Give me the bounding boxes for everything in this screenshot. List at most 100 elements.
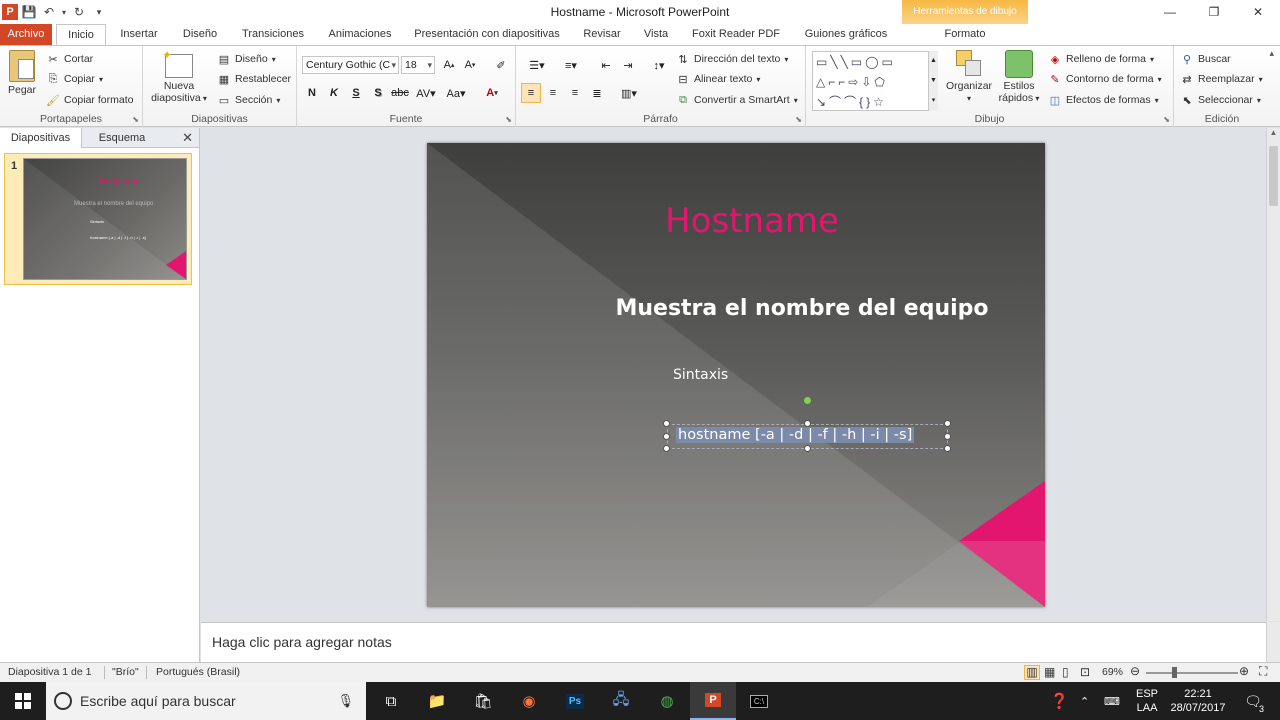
tab-format[interactable]: Formato — [910, 24, 1020, 45]
drawing-dialog-launcher-icon[interactable]: ⬊ — [1163, 115, 1170, 124]
theme-name[interactable]: "Brío" — [112, 666, 139, 678]
scroll-up-icon[interactable]: ▲ — [1267, 128, 1280, 137]
clear-format-icon[interactable]: ✐ — [491, 55, 511, 75]
store-icon[interactable]: 🛍 — [460, 682, 506, 720]
zoom-level[interactable]: 69% — [1102, 666, 1123, 678]
collapse-ribbon-icon[interactable]: ▴ — [1269, 48, 1274, 59]
zoom-slider-thumb[interactable] — [1172, 667, 1177, 678]
cut-button[interactable]: ✂ Cortar — [46, 50, 93, 68]
slide[interactable]: Hostname Muestra el nombre del equipo Si… — [427, 143, 1045, 607]
resize-handle-w[interactable] — [663, 433, 670, 440]
resize-handle-se[interactable] — [944, 445, 951, 452]
paste-button[interactable]: Pegar — [4, 50, 40, 96]
tab-view[interactable]: Vista — [638, 24, 674, 45]
reset-button[interactable]: ▦ Restablecer — [217, 70, 291, 88]
zoom-in-icon[interactable]: ⊕ — [1239, 664, 1249, 678]
notes-pane[interactable]: Haga clic para agregar notas — [201, 622, 1266, 662]
shape-outline-button[interactable]: ✎ Contorno de forma ▾ — [1048, 70, 1161, 88]
columns-icon[interactable]: ▥▾ — [616, 83, 642, 103]
tab-home[interactable]: Inicio — [56, 24, 106, 46]
help-icon[interactable]: ❓ — [1050, 682, 1069, 720]
zoom-out-icon[interactable]: ⊖ — [1130, 664, 1140, 678]
taskbar-search-box[interactable]: Escribe aquí para buscar 🎙 — [46, 682, 366, 720]
layout-button[interactable]: ▤ Diseño ▾ — [217, 50, 276, 68]
change-case-icon[interactable]: Aa▾ — [443, 83, 469, 103]
close-icon[interactable]: ✕ — [1236, 0, 1280, 24]
font-color-icon[interactable]: A ▾ — [479, 83, 505, 103]
file-explorer-icon[interactable]: 📁 — [414, 682, 460, 720]
fit-to-window-icon[interactable]: ⛶ — [1259, 664, 1267, 679]
smartart-button[interactable]: ⧉ Convertir a SmartArt ▾ — [676, 91, 798, 109]
paragraph-dialog-launcher-icon[interactable]: ⬊ — [795, 115, 802, 124]
select-button[interactable]: ⬉ Seleccionar ▾ — [1180, 91, 1261, 109]
slide-thumbnail[interactable]: 1 Hostname Muestra el nombre del equipo … — [4, 153, 192, 285]
firefox-icon[interactable]: ◉ — [506, 682, 552, 720]
powerpoint-taskbar-icon[interactable]: P — [690, 682, 736, 720]
resize-handle-s[interactable] — [804, 445, 811, 452]
increase-indent-icon[interactable]: ⇥ — [618, 55, 638, 75]
tab-foxit[interactable]: Foxit Reader PDF — [688, 24, 784, 45]
tab-design[interactable]: Diseño — [176, 24, 224, 45]
language-tray[interactable]: ESP LAA — [1136, 682, 1158, 720]
dialog-launcher-icon[interactable]: ⬊ — [132, 115, 139, 124]
shadow-button[interactable]: S — [368, 83, 388, 103]
network-app-icon[interactable]: 🖧 — [598, 682, 644, 720]
tab-review[interactable]: Revisar — [578, 24, 626, 45]
tab-storyboard[interactable]: Guiones gráficos — [798, 24, 894, 45]
shapes-gallery[interactable]: ▭╲╲▭◯▭ △⌐⌐⇨⇩⬠ ↘⌒⌒{}☆ — [812, 51, 938, 111]
grow-font-icon[interactable]: A ▴ — [439, 55, 459, 75]
slide-sorter-icon[interactable]: ▦ — [1044, 665, 1055, 679]
italic-button[interactable]: K — [324, 83, 344, 103]
align-left-icon[interactable]: ≡ — [521, 83, 541, 103]
zoom-slider-track[interactable] — [1146, 672, 1238, 674]
undo-icon[interactable]: ↶ — [40, 3, 58, 21]
resize-handle-e[interactable] — [944, 433, 951, 440]
language-indicator[interactable]: Portugués (Brasil) — [156, 666, 240, 678]
task-view-icon[interactable]: ⧉ — [368, 682, 414, 720]
slide-title[interactable]: Hostname — [627, 201, 877, 241]
clock[interactable]: 22:21 28/07/2017 — [1170, 682, 1226, 720]
save-icon[interactable]: 💾 — [20, 3, 38, 21]
align-text-button[interactable]: ⊟ Alinear texto ▾ — [676, 70, 760, 88]
action-center-icon[interactable]: 🗨 3 — [1238, 682, 1268, 720]
normal-view-icon[interactable]: ▥ — [1024, 665, 1040, 680]
tab-insert[interactable]: Insertar — [112, 24, 166, 45]
resize-handle-nw[interactable] — [663, 420, 670, 427]
underline-button[interactable]: S — [346, 83, 366, 103]
numbering-icon[interactable]: ≡▾ — [556, 55, 586, 75]
tab-transitions[interactable]: Transiciones — [236, 24, 310, 45]
minimize-icon[interactable]: — — [1148, 0, 1192, 24]
justify-icon[interactable]: ≣ — [587, 83, 607, 103]
text-direction-button[interactable]: ⇅ Dirección del texto ▾ — [676, 50, 788, 68]
microphone-icon[interactable]: 🎙 — [337, 693, 354, 709]
tab-slides-pane[interactable]: Diapositivas — [0, 128, 82, 148]
start-button[interactable] — [0, 682, 46, 720]
new-slide-button[interactable]: ✦ Nueva diapositiva ▾ — [149, 49, 209, 105]
reading-view-icon[interactable]: ▯ — [1062, 665, 1069, 679]
shapes-gallery-scroll[interactable]: ▲ ▼ ▾ — [928, 51, 938, 111]
keyboard-icon[interactable]: ⌨ — [1104, 682, 1120, 720]
bullets-icon[interactable]: ☰▾ — [522, 55, 552, 75]
shape-fill-button[interactable]: ◈ Relleno de forma ▾ — [1048, 50, 1154, 68]
bold-button[interactable]: N — [302, 83, 322, 103]
slide-command-text[interactable]: hostname [-a | -d | -f | -h | -i | -s] — [676, 427, 915, 443]
font-dialog-launcher-icon[interactable]: ⬊ — [505, 115, 512, 124]
tab-outline-pane[interactable]: Esquema — [82, 128, 162, 148]
replace-button[interactable]: ⇄ Reemplazar ▾ — [1180, 70, 1262, 88]
font-name-combo[interactable]: Century Gothic (C — [302, 56, 399, 74]
tab-file[interactable]: Archivo — [0, 24, 52, 45]
tab-slideshow[interactable]: Presentación con diapositivas — [410, 24, 564, 45]
notes-scrollbar[interactable] — [1266, 622, 1280, 662]
scroll-thumb[interactable] — [1269, 146, 1278, 206]
section-button[interactable]: ▭ Sección ▾ — [217, 91, 281, 109]
align-center-icon[interactable]: ≡ — [543, 83, 563, 103]
vertical-scrollbar[interactable]: ▲ — [1266, 128, 1280, 621]
chrome-icon[interactable]: ◍ — [644, 682, 690, 720]
shrink-font-icon[interactable]: A ▾ — [460, 55, 480, 75]
slideshow-icon[interactable]: ⊡ — [1080, 665, 1090, 679]
resize-handle-sw[interactable] — [663, 445, 670, 452]
quick-styles-button[interactable]: Estilos rápidos ▾ — [996, 50, 1042, 105]
rotation-handle[interactable] — [804, 397, 811, 404]
copy-button[interactable]: ⎘ Copiar ▾ — [46, 70, 103, 88]
font-size-combo[interactable]: 18 — [401, 56, 435, 74]
